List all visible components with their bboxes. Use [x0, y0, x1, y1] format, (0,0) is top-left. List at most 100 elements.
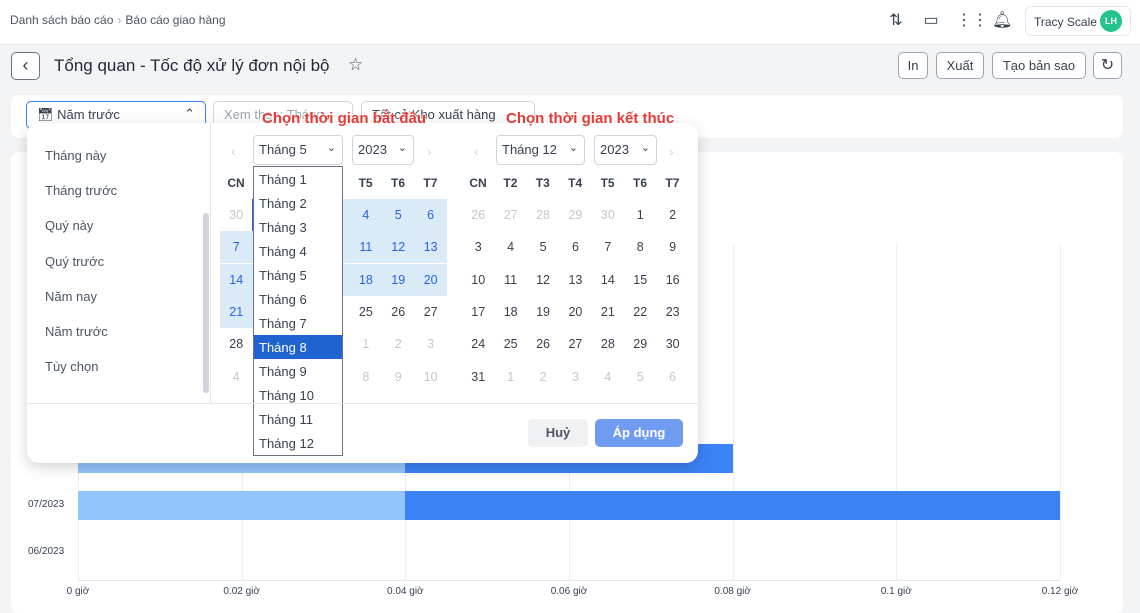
calendar-day[interactable]: 30 — [656, 328, 689, 360]
calendar-day[interactable]: 4 — [592, 361, 625, 393]
calendar-day[interactable]: 21 — [592, 296, 625, 328]
calendar-day[interactable]: 1 — [350, 328, 383, 360]
calendar-day[interactable]: 18 — [494, 296, 527, 328]
preset-item[interactable]: Năm nay — [45, 289, 97, 304]
calendar-day[interactable]: 1 — [494, 361, 527, 393]
prev-month-icon[interactable]: ‹ — [474, 143, 479, 159]
refresh-button[interactable]: ↻ — [1093, 52, 1122, 79]
calendar-day[interactable]: 24 — [462, 328, 495, 360]
calendar-day[interactable]: 26 — [527, 328, 560, 360]
calendar-day[interactable]: 1 — [624, 199, 657, 231]
preset-item[interactable]: Tháng trước — [45, 183, 117, 198]
preset-item[interactable]: Tùy chọn — [45, 359, 98, 374]
calendar-day[interactable]: 8 — [624, 231, 657, 263]
calendar-day[interactable]: 25 — [350, 296, 383, 328]
preset-scrollbar[interactable] — [203, 213, 209, 393]
apps-grid-icon[interactable]: ⋮⋮ — [956, 11, 988, 31]
calendar-day[interactable]: 27 — [494, 199, 527, 231]
month-option[interactable]: Tháng 4 — [254, 239, 342, 263]
avatar[interactable]: LH — [1100, 10, 1122, 32]
calendar-day[interactable]: 7 — [592, 231, 625, 263]
prev-month-icon[interactable]: ‹ — [231, 143, 236, 159]
calendar-day[interactable]: 14 — [220, 263, 253, 296]
calendar-day[interactable]: 19 — [382, 263, 415, 296]
month-option[interactable]: Tháng 6 — [254, 287, 342, 311]
calendar-day[interactable]: 18 — [349, 263, 383, 296]
calendar-day[interactable]: 2 — [382, 328, 415, 360]
calendar-day[interactable]: 27 — [414, 296, 447, 328]
start-year-select[interactable]: 2023 ⌄ — [352, 135, 414, 165]
calendar-day[interactable]: 3 — [462, 231, 495, 263]
calendar-day[interactable]: 30 — [220, 199, 253, 231]
calendar-day[interactable]: 4 — [220, 361, 253, 393]
calendar-day[interactable]: 2 — [527, 361, 560, 393]
calendar-day[interactable]: 4 — [494, 231, 527, 263]
calendar-day[interactable]: 27 — [559, 328, 592, 360]
calendar-day[interactable]: 29 — [624, 328, 657, 360]
back-button[interactable]: ‹ — [11, 52, 40, 80]
calendar-day[interactable]: 25 — [494, 328, 527, 360]
calendar-day[interactable]: 9 — [656, 231, 689, 263]
cancel-button[interactable]: Huỷ — [528, 419, 588, 447]
calendar-day[interactable]: 10 — [462, 264, 495, 296]
calendar-day[interactable]: 31 — [462, 361, 495, 393]
month-option[interactable]: Tháng 3 — [254, 215, 342, 239]
breadcrumb-parent[interactable]: Danh sách báo cáo — [10, 13, 113, 27]
month-option[interactable]: Tháng 8 — [254, 335, 342, 359]
calendar-day[interactable]: 26 — [462, 199, 495, 231]
calendar-day[interactable]: 5 — [624, 361, 657, 393]
calendar-day[interactable]: 3 — [414, 328, 447, 360]
next-month-icon[interactable]: › — [427, 143, 432, 159]
calendar-day[interactable]: 16 — [656, 264, 689, 296]
preset-item[interactable]: Quý trước — [45, 254, 104, 269]
month-option[interactable]: Tháng 11 — [254, 407, 342, 431]
bell-icon[interactable]: 🔔︎ — [992, 11, 1012, 31]
calendar-day[interactable]: 12 — [527, 264, 560, 296]
month-option[interactable]: Tháng 7 — [254, 311, 342, 335]
calendar-day[interactable]: 15 — [624, 264, 657, 296]
calendar-day[interactable]: 13 — [414, 231, 447, 264]
currency-exchange-icon[interactable]: ⇅ — [886, 11, 906, 31]
calendar-day[interactable]: 17 — [462, 296, 495, 328]
calendar-day[interactable]: 2 — [656, 199, 689, 231]
month-option[interactable]: Tháng 9 — [254, 359, 342, 383]
calendar-day[interactable]: 3 — [559, 361, 592, 393]
calendar-day[interactable]: 4 — [349, 199, 383, 231]
feedback-icon[interactable]: ▭ — [921, 11, 941, 31]
calendar-day[interactable]: 11 — [494, 264, 527, 296]
calendar-day[interactable]: 28 — [527, 199, 560, 231]
calendar-day[interactable]: 23 — [656, 296, 689, 328]
calendar-day[interactable]: 6 — [656, 361, 689, 393]
start-month-select[interactable]: Tháng 5 ⌄ — [253, 135, 343, 165]
preset-item[interactable]: Năm trước — [45, 324, 108, 339]
month-option[interactable]: Tháng 5 — [254, 263, 342, 287]
end-year-select[interactable]: 2023 ⌄ — [594, 135, 657, 165]
calendar-day[interactable]: 28 — [220, 328, 253, 360]
month-option[interactable]: Tháng 1 — [254, 167, 342, 191]
calendar-day[interactable]: 22 — [624, 296, 657, 328]
apply-button[interactable]: Áp dụng — [595, 419, 683, 447]
duplicate-button[interactable]: Tạo bản sao — [992, 52, 1086, 79]
calendar-day[interactable]: 21 — [220, 295, 253, 328]
star-icon[interactable]: ☆ — [348, 55, 363, 75]
calendar-day[interactable]: 6 — [414, 199, 447, 231]
month-option[interactable]: Tháng 2 — [254, 191, 342, 215]
preset-item[interactable]: Tháng này — [45, 148, 106, 163]
calendar-day[interactable]: 14 — [592, 264, 625, 296]
calendar-day[interactable]: 7 — [220, 231, 253, 264]
calendar-day[interactable]: 29 — [559, 199, 592, 231]
export-button[interactable]: Xuất — [936, 52, 984, 79]
calendar-day[interactable]: 10 — [414, 361, 447, 393]
calendar-day[interactable]: 5 — [527, 231, 560, 263]
calendar-day[interactable]: 30 — [592, 199, 625, 231]
calendar-day[interactable]: 20 — [414, 263, 447, 296]
next-month-icon[interactable]: › — [669, 143, 674, 159]
calendar-day[interactable]: 5 — [382, 199, 415, 231]
calendar-day[interactable]: 28 — [592, 328, 625, 360]
calendar-day[interactable]: 20 — [559, 296, 592, 328]
end-month-select[interactable]: Tháng 12 ⌄ — [496, 135, 585, 165]
calendar-day[interactable]: 8 — [350, 361, 383, 393]
month-option[interactable]: Tháng 12 — [254, 431, 342, 455]
calendar-day[interactable]: 9 — [382, 361, 415, 393]
calendar-day[interactable]: 6 — [559, 231, 592, 263]
